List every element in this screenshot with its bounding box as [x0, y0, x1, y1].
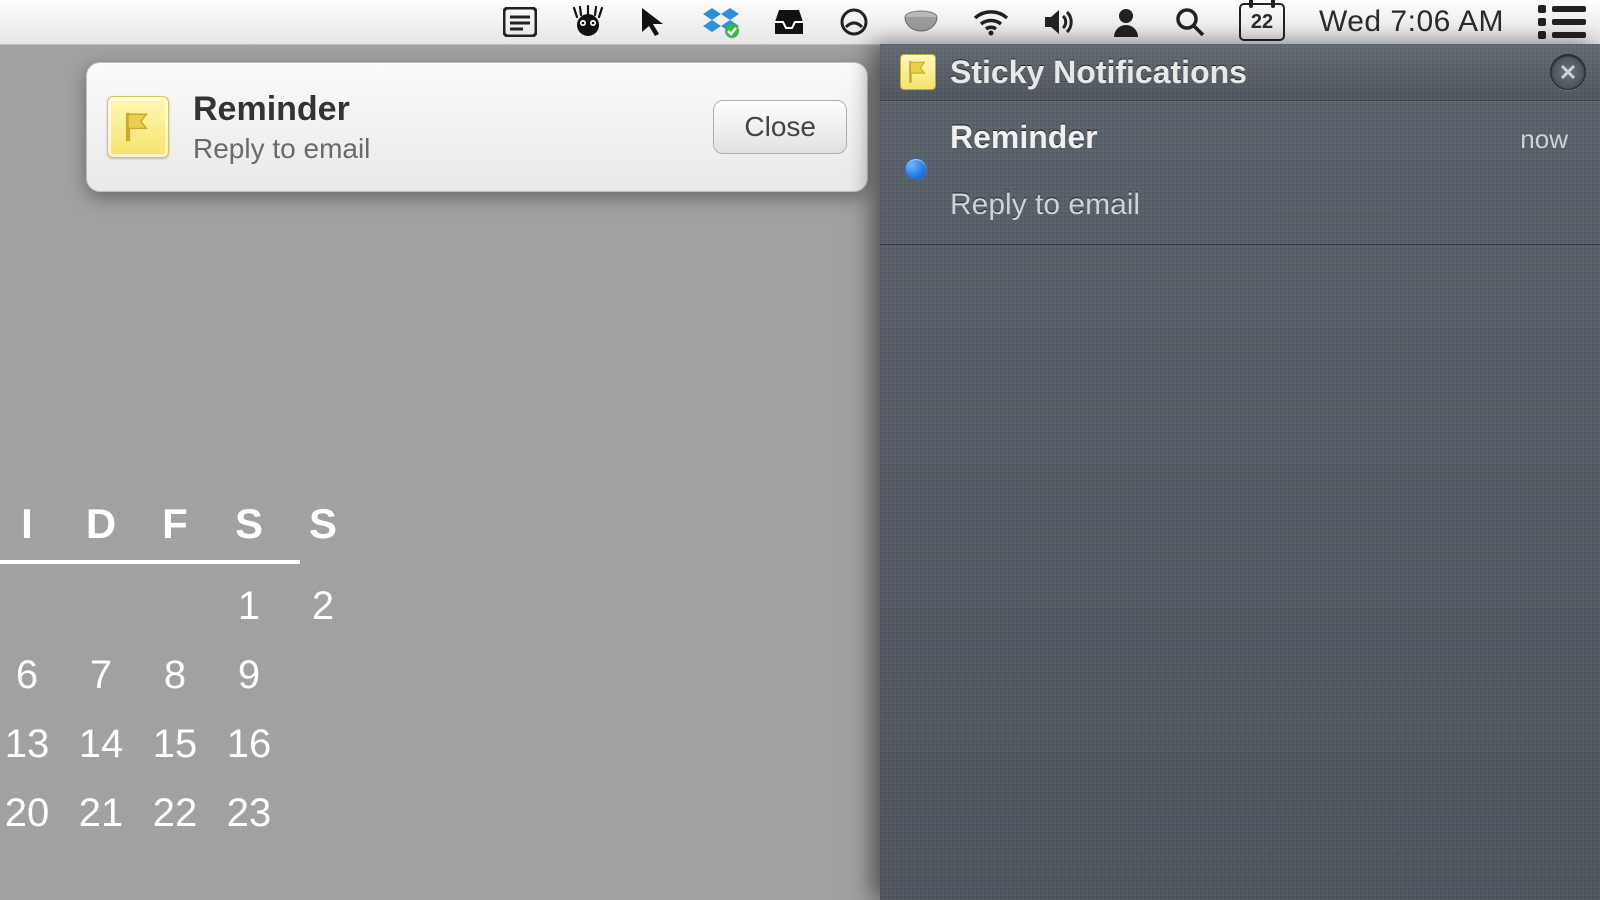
calendar-cell: 8 [138, 653, 212, 698]
calendar-cell: 23 [212, 791, 286, 836]
calendar-cell: 21 [64, 791, 138, 836]
unread-dot-icon [906, 159, 926, 179]
dropbox-icon[interactable] [703, 0, 739, 44]
calendar-row: 13 14 15 16 [0, 722, 360, 767]
calendar-row: 20 21 22 23 [0, 791, 360, 836]
notification-item-title: Reminder [950, 119, 1098, 156]
note-icon[interactable] [503, 0, 537, 44]
sticky-notifications-app-icon [107, 96, 169, 158]
calendar-row: . . . 1 2 [0, 584, 360, 629]
calendar-cell: 15 [138, 722, 212, 767]
notification-banner-title: Reminder [193, 90, 689, 129]
wifi-icon[interactable] [973, 0, 1009, 44]
notification-center-header: Sticky Notifications [880, 44, 1600, 101]
user-icon[interactable] [1111, 0, 1141, 44]
calendar-cell: 20 [0, 791, 64, 836]
desktop-calendar-widget: I D F S S . . . 1 2 6 7 8 9 13 14 15 16 … [0, 500, 360, 860]
circle-slash-icon[interactable] [839, 0, 869, 44]
calendar-cell: 22 [138, 791, 212, 836]
menu-bar: 22 Wed 7:06 AM [0, 0, 1600, 45]
calendar-cell: 13 [0, 722, 64, 767]
menubar-date-icon[interactable]: 22 [1239, 0, 1285, 44]
calendar-cell: 9 [212, 653, 286, 698]
calendar-cell: 16 [212, 722, 286, 767]
inbox-icon[interactable] [773, 0, 805, 44]
calendar-day-header: S [286, 500, 360, 548]
bowl-icon[interactable] [903, 0, 939, 44]
calendar-day-header: F [138, 500, 212, 548]
calendar-day-header: D [64, 500, 138, 548]
notification-item-time: now [1520, 124, 1568, 155]
calendar-cell: 2 [286, 584, 360, 629]
menubar-date-number: 22 [1251, 12, 1273, 32]
close-button[interactable]: Close [713, 100, 847, 154]
calendar-cell: 6 [0, 653, 64, 698]
calendar-day-header: S [212, 500, 286, 548]
notification-banner-text: Reminder Reply to email [193, 90, 689, 165]
calendar-day-header: I [0, 500, 64, 548]
mascot-icon[interactable] [571, 0, 605, 44]
calendar-cell: 7 [64, 653, 138, 698]
calendar-day-headers: I D F S S [0, 500, 360, 548]
notification-center-icon[interactable] [1538, 0, 1586, 44]
notification-banner[interactable]: Reminder Reply to email Close [86, 62, 868, 192]
notification-item-body: Reply to email [950, 188, 1574, 222]
notification-banner-body: Reply to email [193, 133, 689, 165]
clear-notifications-button[interactable] [1550, 54, 1586, 90]
notification-center-app-title: Sticky Notifications [950, 54, 1247, 91]
sticky-notifications-app-icon-small [900, 54, 936, 90]
notification-center-panel: Sticky Notifications Reminder now Reply … [880, 44, 1600, 900]
calendar-cell: 14 [64, 722, 138, 767]
calendar-divider [0, 560, 300, 564]
notification-item[interactable]: Reminder now Reply to email [880, 101, 1600, 245]
calendar-row: 6 7 8 9 [0, 653, 360, 698]
search-icon[interactable] [1175, 0, 1205, 44]
menubar-clock[interactable]: Wed 7:06 AM [1319, 0, 1504, 44]
cursor-icon[interactable] [639, 0, 669, 44]
calendar-cell: 1 [212, 584, 286, 629]
volume-icon[interactable] [1043, 0, 1077, 44]
